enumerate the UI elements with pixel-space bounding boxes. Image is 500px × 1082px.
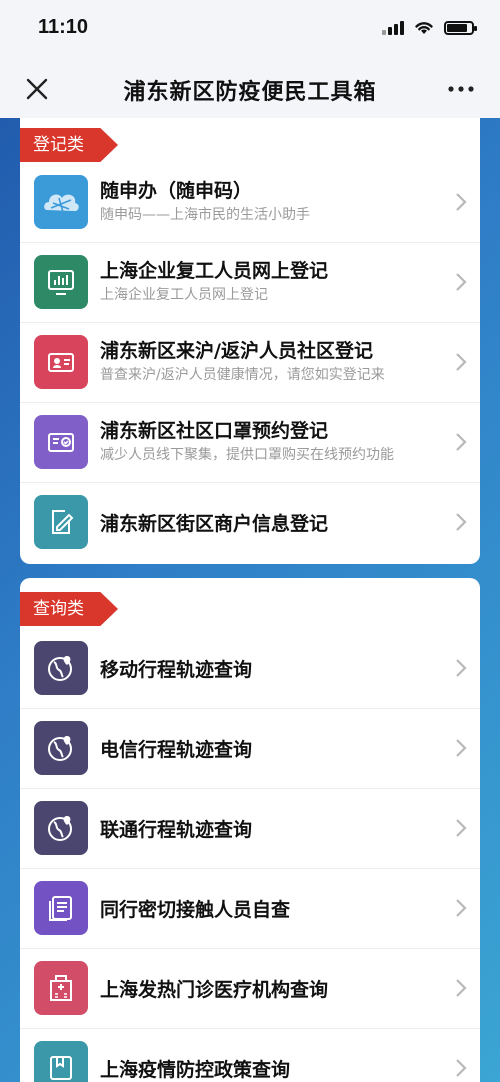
id-card-icon (34, 335, 88, 389)
divider (20, 708, 480, 709)
divider (20, 948, 480, 949)
list-item-close-contact[interactable]: 同行密切接触人员自查 (20, 868, 480, 948)
list-item-merchant-register[interactable]: 浦东新区街区商户信息登记 (20, 482, 480, 562)
list-item-telecom-trace[interactable]: 电信行程轨迹查询 (20, 708, 480, 788)
list-item-mask-reservation[interactable]: 浦东新区社区口罩预约登记 减少人员线下聚集，提供口罩购买在线预约功能 (20, 402, 480, 482)
item-subtitle: 减少人员线下聚集，提供口罩购买在线预约功能 (100, 447, 394, 463)
registration-card: 登记类 随申办（随申码） 随申码——上海市民的生活小助手 上海企业复工人员网上登… (20, 118, 480, 564)
chevron-right-icon (456, 433, 467, 451)
list-item-suishenban[interactable]: 随申办（随申码） 随申码——上海市民的生活小助手 (20, 162, 480, 242)
query-card: 查询类 移动行程轨迹查询 电信行程轨迹查询 联通行程轨迹查询 同行密切接触人员自… (20, 578, 480, 1082)
top-bar: 11:10 浦东新区防疫便民工具箱 (0, 0, 500, 118)
hospital-icon (34, 961, 88, 1015)
globe-route-icon (34, 801, 88, 855)
chevron-right-icon (456, 193, 467, 211)
list-item-community-register[interactable]: 浦东新区来沪/返沪人员社区登记 普查来沪/返沪人员健康情况，请您如实登记来 (20, 322, 480, 402)
list-item-policy-query[interactable]: 上海疫情防控政策查询 (20, 1028, 480, 1082)
chevron-right-icon (456, 659, 467, 677)
app-page: 11:10 浦东新区防疫便民工具箱 登记类 随申办（随申码） 随申码——上海市民… (0, 0, 500, 1082)
item-title: 移动行程轨迹查询 (100, 659, 253, 681)
item-title: 上海疫情防控政策查询 (100, 1059, 291, 1081)
status-bar: 11:10 (0, 0, 500, 60)
divider (20, 788, 480, 789)
battery-icon (444, 20, 477, 35)
checked-card-icon (34, 415, 88, 469)
page-title: 浦东新区防疫便民工具箱 (123, 80, 377, 105)
query-tag: 查询类 (20, 592, 118, 626)
item-title: 电信行程轨迹查询 (100, 739, 253, 761)
cellular-signal-icon (382, 20, 404, 35)
wifi-icon (415, 22, 433, 34)
item-subtitle: 普查来沪/返沪人员健康情况，请您如实登记来 (100, 367, 385, 383)
divider (20, 242, 480, 243)
item-title: 上海企业复工人员网上登记 (100, 260, 329, 282)
globe-route-icon (34, 721, 88, 775)
chevron-right-icon (456, 739, 467, 757)
cloud-map-icon (34, 175, 88, 229)
chevron-right-icon (456, 513, 467, 531)
item-title: 同行密切接触人员自查 (100, 899, 291, 921)
registration-tag: 登记类 (20, 128, 118, 162)
chevron-right-icon (456, 1059, 467, 1077)
chevron-right-icon (456, 353, 467, 371)
chevron-right-icon (456, 899, 467, 917)
chevron-right-icon (456, 819, 467, 837)
item-title: 浦东新区街区商户信息登记 (100, 513, 329, 535)
list-item-unicom-trace[interactable]: 联通行程轨迹查询 (20, 788, 480, 868)
nav-bar: 浦东新区防疫便民工具箱 (0, 60, 500, 118)
more-icon[interactable] (444, 72, 478, 106)
chevron-right-icon (456, 273, 467, 291)
item-title: 随申办（随申码） (100, 180, 253, 202)
item-title: 联通行程轨迹查询 (100, 819, 253, 841)
item-title: 浦东新区社区口罩预约登记 (100, 420, 329, 442)
list-item-enterprise-return[interactable]: 上海企业复工人员网上登记 上海企业复工人员网上登记 (20, 242, 480, 322)
divider (20, 322, 480, 323)
list-item-fever-clinic[interactable]: 上海发热门诊医疗机构查询 (20, 948, 480, 1028)
divider (20, 402, 480, 403)
globe-route-icon (34, 641, 88, 695)
item-subtitle: 随申码——上海市民的生活小助手 (100, 207, 310, 223)
chart-monitor-icon (34, 255, 88, 309)
divider (20, 868, 480, 869)
status-icons (382, 20, 477, 35)
item-title: 上海发热门诊医疗机构查询 (100, 979, 329, 1001)
close-icon[interactable] (20, 72, 54, 106)
divider (20, 482, 480, 483)
document-list-icon (34, 881, 88, 935)
policy-book-icon (34, 1041, 88, 1082)
status-time: 11:10 (38, 16, 89, 38)
edit-form-icon (34, 495, 88, 549)
item-title: 浦东新区来沪/返沪人员社区登记 (100, 340, 373, 362)
item-subtitle: 上海企业复工人员网上登记 (100, 287, 268, 303)
list-item-mobile-trace[interactable]: 移动行程轨迹查询 (20, 628, 480, 708)
chevron-right-icon (456, 979, 467, 997)
divider (20, 1028, 480, 1029)
